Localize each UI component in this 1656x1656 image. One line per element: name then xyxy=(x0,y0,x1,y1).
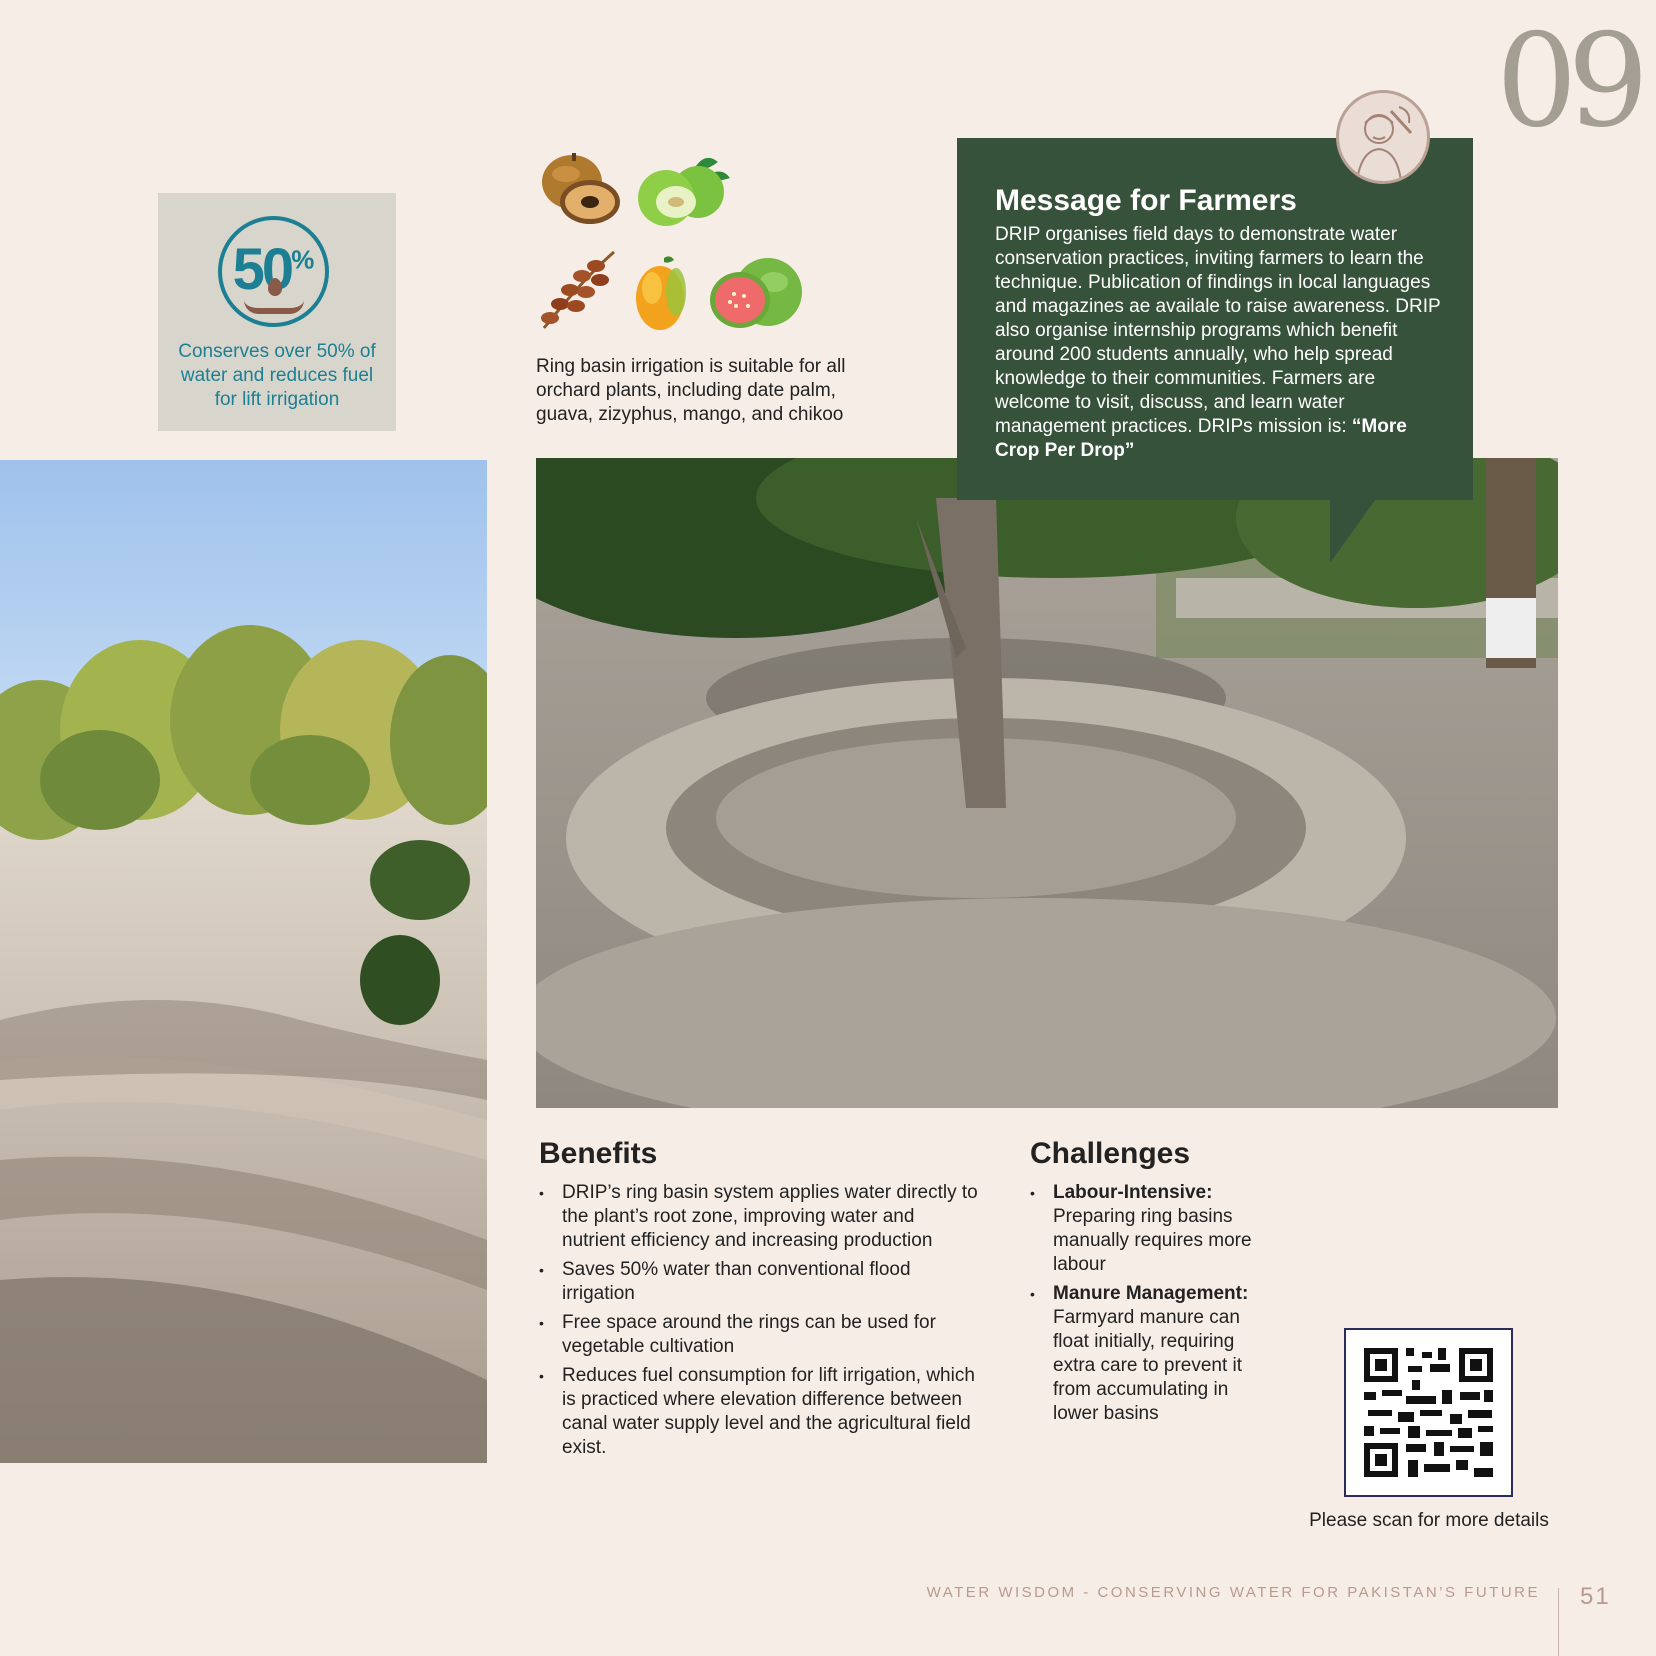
challenges-title: Challenges xyxy=(1030,1137,1191,1170)
fruit-caption: Ring basin irrigation is suitable for al… xyxy=(536,356,846,425)
list-item: DRIP’s ring basin system applies water d… xyxy=(539,1181,979,1253)
message-box: Message for Farmers DRIP organises field… xyxy=(957,138,1473,500)
qr-caption: Please scan for more details xyxy=(1309,1510,1549,1531)
benefits-list: DRIP’s ring basin system applies water d… xyxy=(539,1181,979,1460)
benefits-section: Benefits DRIP’s ring basin system applie… xyxy=(539,1137,979,1465)
farmer-icon xyxy=(1336,90,1430,184)
message-title: Message for Farmers xyxy=(995,184,1297,217)
orchard-photo xyxy=(0,460,487,1463)
challenges-list: Labour-Intensive: Preparing ring basins … xyxy=(1030,1181,1260,1426)
list-item: Reduces fuel consumption for lift irriga… xyxy=(539,1364,979,1460)
chapter-number: 09 xyxy=(1496,7,1649,156)
mango-icon xyxy=(636,256,686,330)
list-item: Labour-Intensive: Preparing ring basins … xyxy=(1030,1181,1260,1277)
challenge-text: Preparing ring basins manually requires … xyxy=(1053,1206,1252,1275)
challenge-heading: Labour-Intensive: xyxy=(1053,1182,1213,1203)
ber-icon xyxy=(638,157,730,226)
ring-basin-photo xyxy=(536,458,1558,1108)
stat-description: Conserves over 50% of water and reduces … xyxy=(178,341,376,410)
message-body: DRIP organises field days to demonstrate… xyxy=(995,224,1441,461)
qr-code-icon[interactable] xyxy=(1344,1328,1513,1497)
footer-title: WATER WISDOM - CONSERVING WATER FOR PAKI… xyxy=(926,1584,1540,1601)
challenges-section: Challenges Labour-Intensive: Preparing r… xyxy=(1030,1137,1260,1431)
guava-icon xyxy=(710,258,802,328)
fruit-icons xyxy=(538,150,808,340)
list-item: Free space around the rings can be used … xyxy=(539,1311,979,1359)
message-box-tail xyxy=(1330,499,1376,563)
challenge-text: Farmyard manure can float initially, req… xyxy=(1053,1307,1243,1424)
dates-icon xyxy=(541,250,615,329)
stat-box: 50% Conserves over 50% of water and redu… xyxy=(158,193,396,431)
challenge-heading: Manure Management: xyxy=(1053,1283,1249,1304)
benefits-title: Benefits xyxy=(539,1137,658,1170)
water-drop-hand-icon: 50% xyxy=(218,216,329,327)
footer-divider xyxy=(1558,1588,1559,1656)
list-item: Saves 50% water than conventional flood … xyxy=(539,1258,979,1306)
chikoo-icon xyxy=(542,153,620,224)
list-item: Manure Management: Farmyard manure can f… xyxy=(1030,1282,1260,1426)
page-number: 51 xyxy=(1580,1583,1611,1610)
